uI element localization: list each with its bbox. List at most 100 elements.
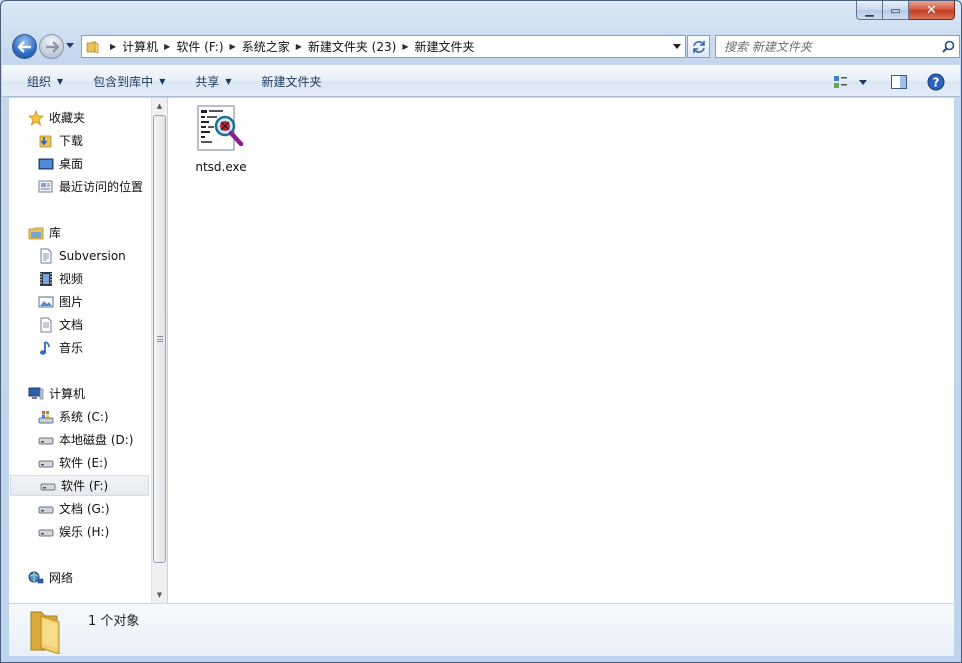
tree-item-libraries[interactable]: 库: [9, 222, 151, 243]
include-in-library-button[interactable]: 包含到库中 ▼: [82, 69, 176, 93]
new-folder-label: 新建文件夹: [261, 74, 322, 89]
change-view-button[interactable]: [828, 70, 854, 94]
view-options-dropdown[interactable]: [854, 70, 872, 94]
breadcrumb-new-folder-23[interactable]: 新建文件夹 (23): [308, 38, 396, 55]
tree-item-music[interactable]: 音乐: [9, 337, 151, 358]
tree-label: 桌面: [59, 157, 84, 171]
organize-button[interactable]: 组织 ▼: [16, 69, 74, 93]
tree-label: 本地磁盘 (D:): [59, 433, 134, 447]
breadcrumb-separator-icon[interactable]: ▶: [290, 42, 308, 51]
forward-arrow-icon: [45, 40, 59, 53]
scroll-thumb[interactable]: [153, 115, 166, 563]
navigation-tree: 收藏夹 下载 桌面 最近访问的位置 库 Subversion 视频 图片 文档 …: [9, 98, 151, 603]
tree-item-drive-d[interactable]: 本地磁盘 (D:): [9, 429, 151, 450]
file-item-ntsd[interactable]: ntsd.exe: [190, 104, 252, 174]
address-bar[interactable]: ▶ 计算机 ▶ 软件 (F:) ▶ 系统之家 ▶ 新建文件夹 (23) ▶ 新建…: [81, 35, 686, 58]
desktop-icon: [38, 156, 54, 172]
chevron-down-icon: ▼: [57, 76, 64, 86]
tree-label: 软件 (F:): [61, 479, 109, 493]
search-input[interactable]: [716, 36, 937, 57]
chevron-down-icon: [859, 79, 867, 85]
tree-item-drive-g[interactable]: 文档 (G:): [9, 498, 151, 519]
hard-drive-icon: [38, 501, 54, 517]
breadcrumb-computer[interactable]: 计算机: [122, 38, 158, 55]
breadcrumb: ▶ 计算机 ▶ 软件 (F:) ▶ 系统之家 ▶ 新建文件夹 (23) ▶ 新建…: [104, 36, 474, 57]
share-button[interactable]: 共享 ▼: [184, 69, 242, 93]
hard-drive-icon: [40, 478, 56, 494]
tree-item-drive-e[interactable]: 软件 (E:): [9, 452, 151, 473]
back-button[interactable]: [12, 34, 37, 59]
computer-icon: [28, 386, 44, 402]
breadcrumb-separator-icon[interactable]: ▶: [104, 42, 122, 51]
star-icon: [28, 109, 44, 126]
maximize-button[interactable]: ▭: [883, 1, 909, 20]
back-arrow-icon: [17, 40, 31, 53]
search-box: [715, 35, 960, 58]
system-drive-icon: [38, 409, 54, 425]
grip-icon: [156, 336, 163, 342]
recent-pages-dropdown[interactable]: [66, 41, 74, 50]
tree-item-drive-f[interactable]: 软件 (F:): [10, 475, 149, 496]
hard-drive-icon: [38, 455, 54, 471]
documents-icon: [38, 317, 54, 333]
view-grid-icon: [834, 76, 847, 88]
tree-label: 图片: [59, 295, 84, 309]
tree-item-drive-h[interactable]: 娱乐 (H:): [9, 521, 151, 542]
tree-item-favorites[interactable]: 收藏夹: [9, 107, 151, 128]
scroll-down-icon[interactable]: ▼: [152, 587, 167, 603]
tree-item-desktop[interactable]: 桌面: [9, 153, 151, 174]
chevron-down-icon: ▼: [225, 76, 232, 86]
details-pane: 1 个对象: [9, 603, 954, 656]
refresh-button[interactable]: [687, 35, 710, 58]
search-icon[interactable]: [937, 40, 959, 53]
breadcrumb-xitongzhijia[interactable]: 系统之家: [242, 38, 290, 55]
organize-label: 组织: [27, 74, 52, 89]
breadcrumb-separator-icon[interactable]: ▶: [396, 42, 414, 51]
item-count: 1 个对象: [88, 614, 140, 629]
chevron-down-icon: [673, 44, 681, 49]
libraries-icon: [28, 225, 44, 241]
svg-text:?: ?: [933, 76, 940, 90]
tree-item-network[interactable]: 网络: [9, 567, 151, 588]
file-name: ntsd.exe: [195, 160, 247, 174]
minimize-button[interactable]: ▁: [856, 1, 883, 20]
scroll-up-icon[interactable]: ▲: [152, 98, 167, 114]
pictures-icon: [38, 294, 54, 310]
tree-item-subversion[interactable]: Subversion: [9, 245, 151, 266]
tree-label: 视频: [59, 272, 84, 286]
downloads-folder-icon: [38, 133, 54, 149]
command-bar: 组织 ▼ 包含到库中 ▼ 共享 ▼ 新建文件夹 ?: [2, 65, 960, 97]
folder-icon: [27, 608, 67, 657]
tree-item-recent-places[interactable]: 最近访问的位置: [9, 176, 151, 197]
breadcrumb-separator-icon[interactable]: ▶: [158, 42, 176, 51]
address-dropdown[interactable]: [673, 42, 681, 51]
preview-pane-button[interactable]: [886, 70, 912, 94]
forward-button[interactable]: [39, 34, 64, 59]
tree-item-downloads[interactable]: 下载: [9, 130, 151, 151]
help-button[interactable]: ?: [922, 70, 950, 94]
video-icon: [38, 271, 54, 287]
breadcrumb-drive-f[interactable]: 软件 (F:): [176, 38, 223, 55]
tree-label: 软件 (E:): [59, 456, 108, 470]
breadcrumb-separator-icon[interactable]: ▶: [224, 42, 242, 51]
preview-pane-icon: [891, 75, 907, 89]
tree-item-pictures[interactable]: 图片: [9, 291, 151, 312]
tree-item-documents[interactable]: 文档: [9, 314, 151, 335]
music-note-icon: [38, 340, 54, 356]
navigation-bar: ▶ 计算机 ▶ 软件 (F:) ▶ 系统之家 ▶ 新建文件夹 (23) ▶ 新建…: [9, 32, 960, 60]
tree-label: 文档: [59, 318, 84, 332]
file-list[interactable]: ntsd.exe: [168, 98, 954, 603]
new-folder-button[interactable]: 新建文件夹: [251, 69, 333, 93]
tree-item-drive-c[interactable]: 系统 (C:): [9, 406, 151, 427]
network-icon: [28, 570, 44, 586]
executable-debug-icon: [197, 105, 244, 151]
chevron-down-icon: [66, 43, 74, 48]
breadcrumb-new-folder[interactable]: 新建文件夹: [414, 38, 474, 55]
chevron-down-icon: ▼: [159, 76, 166, 86]
tree-label: 音乐: [59, 341, 84, 355]
tree-label: 娱乐 (H:): [59, 525, 110, 539]
tree-item-computer[interactable]: 计算机: [9, 383, 151, 404]
close-button[interactable]: ✕: [909, 1, 955, 20]
navigation-scrollbar[interactable]: ▲ ▼: [151, 98, 167, 603]
tree-item-videos[interactable]: 视频: [9, 268, 151, 289]
